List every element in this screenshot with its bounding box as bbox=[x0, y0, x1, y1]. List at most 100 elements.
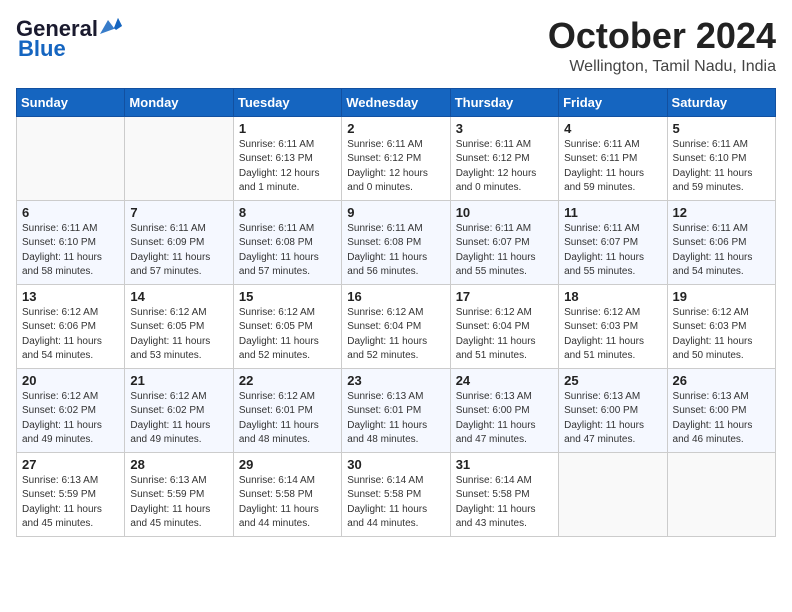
calendar-cell: 1 Sunrise: 6:11 AMSunset: 6:13 PMDaylight… bbox=[233, 116, 341, 200]
calendar-cell: 10 Sunrise: 6:11 AMSunset: 6:07 PMDayligh… bbox=[450, 200, 558, 284]
day-info: Sunrise: 6:11 AMSunset: 6:12 PMDaylight:… bbox=[347, 138, 444, 196]
day-number: 23 bbox=[347, 373, 444, 388]
day-info: Sunrise: 6:12 AMSunset: 6:04 PMDaylight:… bbox=[347, 306, 444, 364]
day-number: 7 bbox=[130, 205, 227, 220]
day-number: 30 bbox=[347, 457, 444, 472]
day-info: Sunrise: 6:11 AMSunset: 6:06 PMDaylight:… bbox=[673, 222, 770, 280]
day-number: 16 bbox=[347, 289, 444, 304]
calendar-week-row: 6 Sunrise: 6:11 AMSunset: 6:10 PMDaylight… bbox=[17, 200, 776, 284]
calendar-cell: 23 Sunrise: 6:13 AMSunset: 6:01 PMDayligh… bbox=[342, 368, 450, 452]
day-number: 31 bbox=[456, 457, 553, 472]
day-info: Sunrise: 6:13 AMSunset: 5:59 PMDaylight:… bbox=[22, 474, 119, 532]
day-info: Sunrise: 6:12 AMSunset: 6:06 PMDaylight:… bbox=[22, 306, 119, 364]
day-info: Sunrise: 6:14 AMSunset: 5:58 PMDaylight:… bbox=[456, 474, 553, 532]
day-info: Sunrise: 6:13 AMSunset: 6:00 PMDaylight:… bbox=[456, 390, 553, 448]
day-number: 6 bbox=[22, 205, 119, 220]
day-info: Sunrise: 6:12 AMSunset: 6:05 PMDaylight:… bbox=[130, 306, 227, 364]
calendar-cell: 5Sunrise: 6:11 AMSunset: 6:10 PMDaylight… bbox=[667, 116, 775, 200]
day-info: Sunrise: 6:11 AMSunset: 6:11 PMDaylight:… bbox=[564, 138, 661, 196]
day-info: Sunrise: 6:12 AMSunset: 6:03 PMDaylight:… bbox=[673, 306, 770, 364]
calendar-cell bbox=[17, 116, 125, 200]
col-header-saturday: Saturday bbox=[667, 88, 775, 116]
logo-blue: Blue bbox=[16, 36, 66, 62]
day-info: Sunrise: 6:11 AMSunset: 6:10 PMDaylight:… bbox=[673, 138, 770, 196]
calendar-header-row: SundayMondayTuesdayWednesdayThursdayFrid… bbox=[17, 88, 776, 116]
calendar-cell bbox=[559, 452, 667, 536]
day-number: 26 bbox=[673, 373, 770, 388]
day-info: Sunrise: 6:13 AMSunset: 6:00 PMDaylight:… bbox=[564, 390, 661, 448]
day-number: 22 bbox=[239, 373, 336, 388]
day-number: 20 bbox=[22, 373, 119, 388]
calendar-cell: 30 Sunrise: 6:14 AMSunset: 5:58 PMDayligh… bbox=[342, 452, 450, 536]
day-info: Sunrise: 6:12 AMSunset: 6:03 PMDaylight:… bbox=[564, 306, 661, 364]
day-number: 10 bbox=[456, 205, 553, 220]
day-number: 19 bbox=[673, 289, 770, 304]
day-number: 9 bbox=[347, 205, 444, 220]
calendar-cell bbox=[667, 452, 775, 536]
col-header-tuesday: Tuesday bbox=[233, 88, 341, 116]
day-info: Sunrise: 6:11 AMSunset: 6:12 PMDaylight:… bbox=[456, 138, 553, 196]
calendar-cell: 27 Sunrise: 6:13 AMSunset: 5:59 PMDayligh… bbox=[17, 452, 125, 536]
day-number: 27 bbox=[22, 457, 119, 472]
location: Wellington, Tamil Nadu, India bbox=[548, 58, 776, 76]
day-info: Sunrise: 6:11 AMSunset: 6:07 PMDaylight:… bbox=[456, 222, 553, 280]
day-info: Sunrise: 6:13 AMSunset: 5:59 PMDaylight:… bbox=[130, 474, 227, 532]
col-header-sunday: Sunday bbox=[17, 88, 125, 116]
day-number: 1 bbox=[239, 121, 336, 136]
calendar-table: SundayMondayTuesdayWednesdayThursdayFrid… bbox=[16, 88, 776, 537]
calendar-cell: 15Sunrise: 6:12 AMSunset: 6:05 PMDayligh… bbox=[233, 284, 341, 368]
calendar-cell: 18 Sunrise: 6:12 AMSunset: 6:03 PMDayligh… bbox=[559, 284, 667, 368]
day-info: Sunrise: 6:13 AMSunset: 6:00 PMDaylight:… bbox=[673, 390, 770, 448]
calendar-cell: 9 Sunrise: 6:11 AMSunset: 6:08 PMDaylight… bbox=[342, 200, 450, 284]
calendar-week-row: 13 Sunrise: 6:12 AMSunset: 6:06 PMDayligh… bbox=[17, 284, 776, 368]
calendar-cell bbox=[125, 116, 233, 200]
day-info: Sunrise: 6:11 AMSunset: 6:10 PMDaylight:… bbox=[22, 222, 119, 280]
day-info: Sunrise: 6:13 AMSunset: 6:01 PMDaylight:… bbox=[347, 390, 444, 448]
day-number: 3 bbox=[456, 121, 553, 136]
day-info: Sunrise: 6:11 AMSunset: 6:08 PMDaylight:… bbox=[347, 222, 444, 280]
calendar-cell: 22 Sunrise: 6:12 AMSunset: 6:01 PMDayligh… bbox=[233, 368, 341, 452]
calendar-cell: 12 Sunrise: 6:11 AMSunset: 6:06 PMDayligh… bbox=[667, 200, 775, 284]
day-number: 12 bbox=[673, 205, 770, 220]
day-info: Sunrise: 6:11 AMSunset: 6:08 PMDaylight:… bbox=[239, 222, 336, 280]
calendar-cell: 6 Sunrise: 6:11 AMSunset: 6:10 PMDaylight… bbox=[17, 200, 125, 284]
day-info: Sunrise: 6:12 AMSunset: 6:04 PMDaylight:… bbox=[456, 306, 553, 364]
day-number: 17 bbox=[456, 289, 553, 304]
day-info: Sunrise: 6:12 AMSunset: 6:05 PMDaylight:… bbox=[239, 306, 336, 364]
day-number: 21 bbox=[130, 373, 227, 388]
day-info: Sunrise: 6:11 AMSunset: 6:13 PMDaylight:… bbox=[239, 138, 336, 196]
day-info: Sunrise: 6:14 AMSunset: 5:58 PMDaylight:… bbox=[239, 474, 336, 532]
day-number: 28 bbox=[130, 457, 227, 472]
day-number: 24 bbox=[456, 373, 553, 388]
day-info: Sunrise: 6:12 AMSunset: 6:01 PMDaylight:… bbox=[239, 390, 336, 448]
calendar-cell: 21Sunrise: 6:12 AMSunset: 6:02 PMDayligh… bbox=[125, 368, 233, 452]
calendar-cell: 4 Sunrise: 6:11 AMSunset: 6:11 PMDaylight… bbox=[559, 116, 667, 200]
col-header-monday: Monday bbox=[125, 88, 233, 116]
day-number: 2 bbox=[347, 121, 444, 136]
page-header: General Blue October 2024 Wellington, Ta… bbox=[16, 16, 776, 76]
col-header-wednesday: Wednesday bbox=[342, 88, 450, 116]
day-number: 18 bbox=[564, 289, 661, 304]
day-info: Sunrise: 6:12 AMSunset: 6:02 PMDaylight:… bbox=[22, 390, 119, 448]
calendar-cell: 16 Sunrise: 6:12 AMSunset: 6:04 PMDayligh… bbox=[342, 284, 450, 368]
calendar-cell: 20 Sunrise: 6:12 AMSunset: 6:02 PMDayligh… bbox=[17, 368, 125, 452]
calendar-cell: 3 Sunrise: 6:11 AMSunset: 6:12 PMDaylight… bbox=[450, 116, 558, 200]
day-number: 11 bbox=[564, 205, 661, 220]
col-header-friday: Friday bbox=[559, 88, 667, 116]
calendar-cell: 2 Sunrise: 6:11 AMSunset: 6:12 PMDaylight… bbox=[342, 116, 450, 200]
calendar-cell: 7Sunrise: 6:11 AMSunset: 6:09 PMDaylight… bbox=[125, 200, 233, 284]
calendar-cell: 19 Sunrise: 6:12 AMSunset: 6:03 PMDayligh… bbox=[667, 284, 775, 368]
day-number: 4 bbox=[564, 121, 661, 136]
calendar-cell: 13 Sunrise: 6:12 AMSunset: 6:06 PMDayligh… bbox=[17, 284, 125, 368]
calendar-cell: 31 Sunrise: 6:14 AMSunset: 5:58 PMDayligh… bbox=[450, 452, 558, 536]
logo-bird-icon bbox=[100, 16, 122, 34]
day-number: 14 bbox=[130, 289, 227, 304]
day-info: Sunrise: 6:14 AMSunset: 5:58 PMDaylight:… bbox=[347, 474, 444, 532]
calendar-cell: 17 Sunrise: 6:12 AMSunset: 6:04 PMDayligh… bbox=[450, 284, 558, 368]
calendar-cell: 8Sunrise: 6:11 AMSunset: 6:08 PMDaylight… bbox=[233, 200, 341, 284]
day-number: 13 bbox=[22, 289, 119, 304]
calendar-cell: 28 Sunrise: 6:13 AMSunset: 5:59 PMDayligh… bbox=[125, 452, 233, 536]
day-info: Sunrise: 6:11 AMSunset: 6:07 PMDaylight:… bbox=[564, 222, 661, 280]
calendar-cell: 25Sunrise: 6:13 AMSunset: 6:00 PMDayligh… bbox=[559, 368, 667, 452]
calendar-week-row: 20 Sunrise: 6:12 AMSunset: 6:02 PMDayligh… bbox=[17, 368, 776, 452]
